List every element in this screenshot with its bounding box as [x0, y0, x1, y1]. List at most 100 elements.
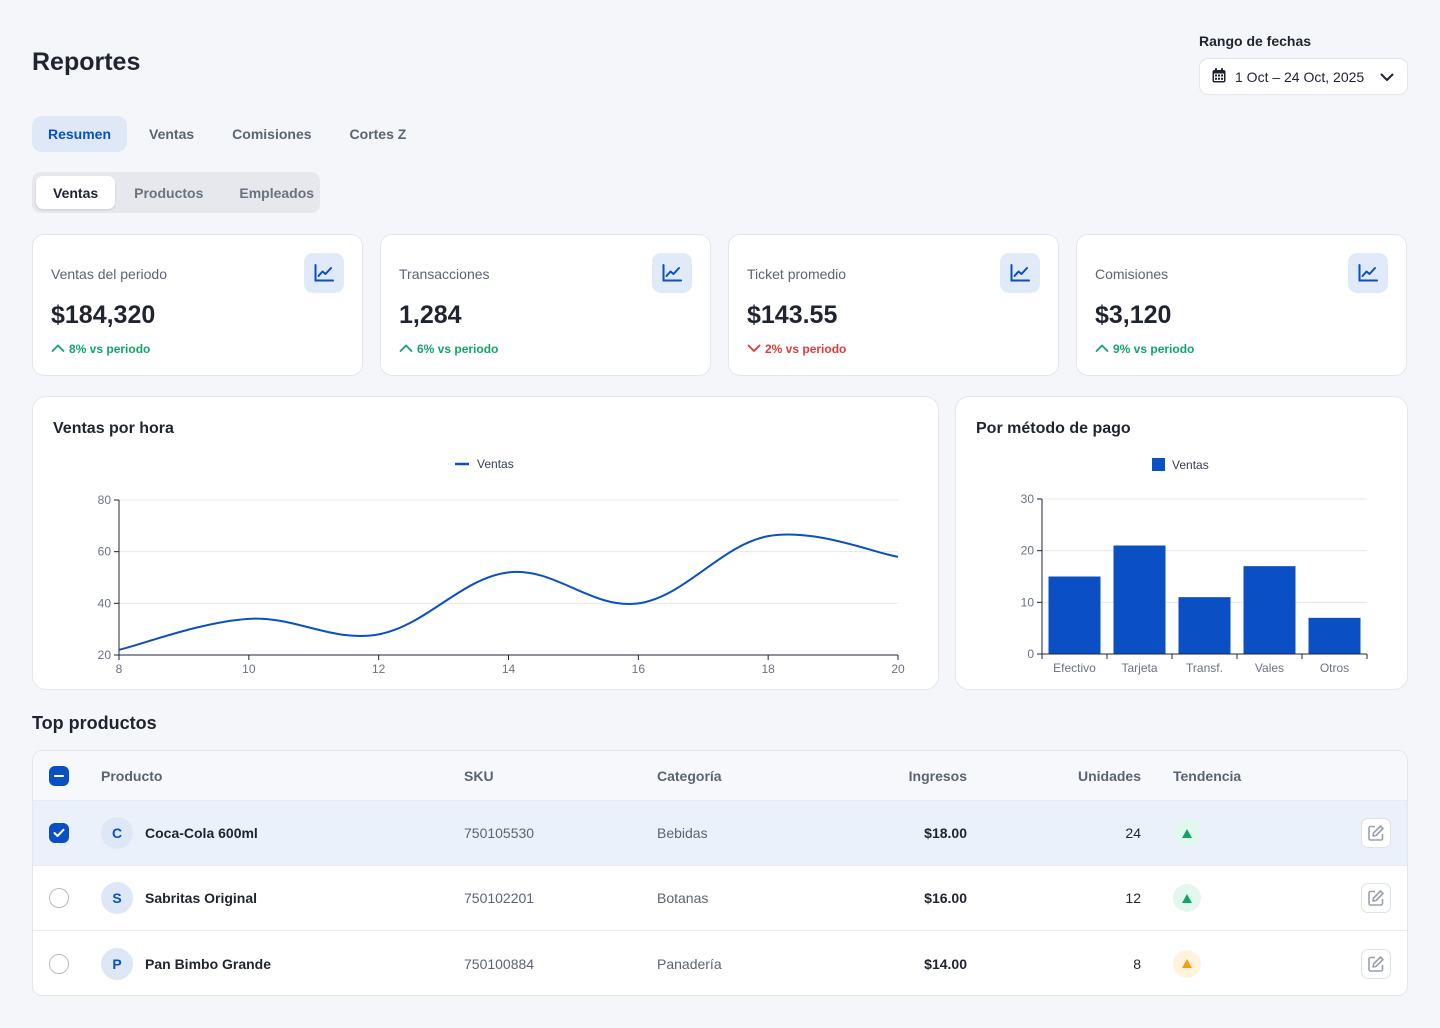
trend-warning-icon	[1173, 949, 1201, 978]
table-header: Producto SKU Categoría Ingresos Unidades…	[33, 751, 1407, 801]
bar-otros	[1308, 617, 1361, 654]
kpi-label: Transacciones	[399, 266, 490, 282]
avatar: P	[101, 947, 133, 980]
kpi-card-comisiones: Comisiones $3,120 9% vs periodo	[1076, 234, 1407, 376]
subtab-empleados[interactable]: Empleados	[222, 176, 331, 209]
x-tick-label: Efectivo	[1053, 661, 1096, 675]
tab-ventas[interactable]: Ventas	[133, 116, 210, 152]
legend-label: Ventas	[1172, 458, 1209, 472]
product-units: 12	[1125, 890, 1141, 906]
tab-resumen[interactable]: Resumen	[32, 116, 128, 152]
arrow-down-icon	[747, 342, 761, 356]
date-range-label: Rango de fechas	[1199, 33, 1312, 49]
edit-icon	[1368, 890, 1384, 906]
x-tick-label: Vales	[1255, 661, 1284, 675]
edit-icon	[1368, 955, 1384, 972]
trend-up-icon	[1173, 884, 1201, 912]
kpi-delta: 2% vs periodo	[747, 342, 846, 356]
trend-chart-icon	[1348, 253, 1388, 293]
tab-comisiones[interactable]: Comisiones	[216, 116, 327, 152]
table-row[interactable]: C Coca-Cola 600ml 750105530 Bebidas $18.…	[33, 801, 1407, 866]
kpi-card-ventas: Ventas del periodo $184,320 8% vs period…	[32, 234, 363, 376]
col-categoria[interactable]: Categoría	[657, 751, 722, 800]
product-name: Pan Bimbo Grande	[145, 955, 272, 972]
tab-cortes-z[interactable]: Cortes Z	[334, 116, 423, 152]
bar-tarjeta	[1113, 545, 1166, 654]
edit-button[interactable]	[1361, 883, 1391, 913]
chart-legend: Ventas	[1152, 458, 1209, 472]
select-all-checkbox[interactable]	[49, 765, 69, 786]
avatar: S	[101, 882, 133, 914]
x-tick-label: 14	[502, 662, 516, 676]
sub-tabs: Ventas Productos Empleados	[32, 172, 320, 213]
arrow-up-icon	[51, 342, 65, 356]
line-chart: Ventas 20 40 60 80 8 10 12 14 16 18 20	[98, 457, 905, 676]
col-tendencia[interactable]: Tendencia	[1173, 751, 1241, 800]
x-tick-label: Otros	[1320, 661, 1349, 675]
product-name: Coca-Cola 600ml	[145, 825, 258, 841]
kpi-value: $3,120	[1095, 301, 1172, 329]
product-sku: 750102201	[464, 890, 535, 906]
kpi-delta-text: 9% vs periodo	[1113, 342, 1195, 356]
col-unidades[interactable]: Unidades	[1078, 751, 1141, 800]
trend-chart-icon	[304, 253, 344, 293]
table-row[interactable]: S Sabritas Original 750102201 Botanas $1…	[33, 866, 1407, 931]
legend-label: Ventas	[477, 457, 514, 471]
edit-button[interactable]	[1361, 818, 1391, 848]
subtab-productos[interactable]: Productos	[117, 176, 220, 209]
product-category: Botanas	[657, 890, 709, 906]
product-sku: 750100884	[464, 955, 535, 972]
edit-icon	[1368, 825, 1384, 841]
col-producto[interactable]: Producto	[101, 751, 162, 800]
x-tick-label: 20	[891, 662, 905, 676]
kpi-label: Ticket promedio	[747, 266, 847, 282]
kpi-label: Ventas del periodo	[51, 266, 167, 282]
product-units: 8	[1133, 955, 1141, 972]
kpi-value: $184,320	[51, 301, 156, 329]
arrow-up-icon	[399, 342, 413, 356]
subtab-ventas[interactable]: Ventas	[36, 176, 116, 209]
avatar: C	[101, 817, 133, 849]
arrow-up-icon	[1095, 342, 1109, 356]
x-tick-label: 10	[242, 662, 256, 676]
y-tick-label: 0	[1027, 647, 1034, 661]
y-tick-label: 20	[1021, 544, 1035, 558]
edit-button[interactable]	[1361, 948, 1391, 979]
table-row[interactable]: P Pan Bimbo Grande 750100884 Panadería $…	[33, 931, 1407, 995]
top-products-table: Producto SKU Categoría Ingresos Unidades…	[32, 750, 1408, 996]
legend-swatch	[1152, 458, 1165, 471]
x-tick-label: 16	[632, 662, 646, 676]
product-revenue: $16.00	[924, 890, 967, 906]
col-sku[interactable]: SKU	[464, 751, 494, 800]
row-checkbox[interactable]	[49, 823, 69, 843]
trend-chart-icon	[1000, 253, 1040, 293]
x-tick-label: Transf.	[1186, 661, 1223, 675]
col-ingresos[interactable]: Ingresos	[909, 751, 967, 800]
chart-legend: Ventas	[455, 457, 514, 471]
kpi-delta: 6% vs periodo	[399, 342, 498, 356]
top-products-title: Top productos	[32, 713, 157, 733]
bar-chart: Ventas 0 10 20 30 Efectivo Tarjeta Transf. Vales…	[1021, 458, 1368, 675]
y-tick-label: 30	[1021, 492, 1035, 506]
y-tick-label: 20	[98, 648, 112, 662]
kpi-delta-text: 6% vs periodo	[417, 342, 499, 356]
bar-efectivo	[1048, 576, 1101, 654]
date-range-picker: Rango de fechas 1 Oct – 24 Oct, 2025	[1199, 33, 1408, 95]
kpi-card-transacciones: Transacciones 1,284 6% vs periodo	[380, 234, 711, 376]
x-tick-label: 18	[761, 662, 775, 676]
line-chart-card: Ventas por hora Ventas 20 40 60 80 8 10 12 14 16 1…	[32, 396, 939, 690]
y-tick-label: 60	[98, 545, 112, 559]
y-tick-label: 80	[98, 493, 112, 507]
date-range-button[interactable]: 1 Oct – 24 Oct, 2025	[1199, 58, 1408, 95]
row-checkbox[interactable]	[49, 953, 69, 974]
row-checkbox[interactable]	[49, 888, 69, 908]
product-sku: 750105530	[464, 825, 535, 841]
x-tick-label: Tarjeta	[1121, 661, 1157, 675]
page-title: Reportes	[32, 48, 141, 76]
product-revenue: $14.00	[924, 955, 967, 972]
bar-chart-card: Por método de pago Ventas 0 10 20 30 Efectivo…	[955, 396, 1408, 690]
kpi-label: Comisiones	[1095, 266, 1169, 282]
chevron-down-icon	[1379, 69, 1395, 85]
product-name: Sabritas Original	[145, 890, 258, 906]
product-category: Panadería	[657, 955, 722, 972]
